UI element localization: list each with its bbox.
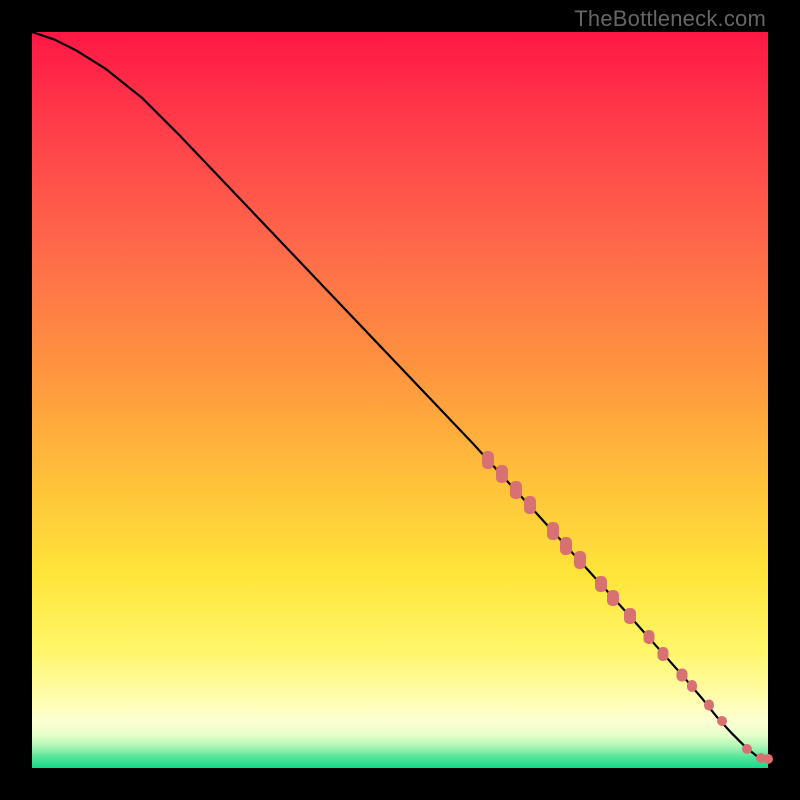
data-marker (763, 754, 773, 764)
data-marker (643, 630, 654, 644)
data-marker (560, 537, 572, 555)
data-marker (687, 680, 697, 692)
data-marker (524, 496, 536, 514)
data-marker (547, 522, 559, 540)
data-marker (704, 700, 714, 711)
data-marker (676, 668, 687, 681)
data-marker (742, 744, 752, 754)
data-marker (482, 451, 494, 469)
data-marker (717, 716, 727, 726)
data-marker (595, 576, 607, 592)
watermark-text: TheBottleneck.com (574, 6, 766, 32)
data-marker (624, 608, 636, 624)
data-marker (658, 647, 669, 661)
data-marker (574, 551, 586, 569)
data-marker (607, 590, 619, 606)
data-marker (496, 465, 508, 483)
data-marker (510, 481, 522, 499)
chart-frame (32, 32, 768, 768)
